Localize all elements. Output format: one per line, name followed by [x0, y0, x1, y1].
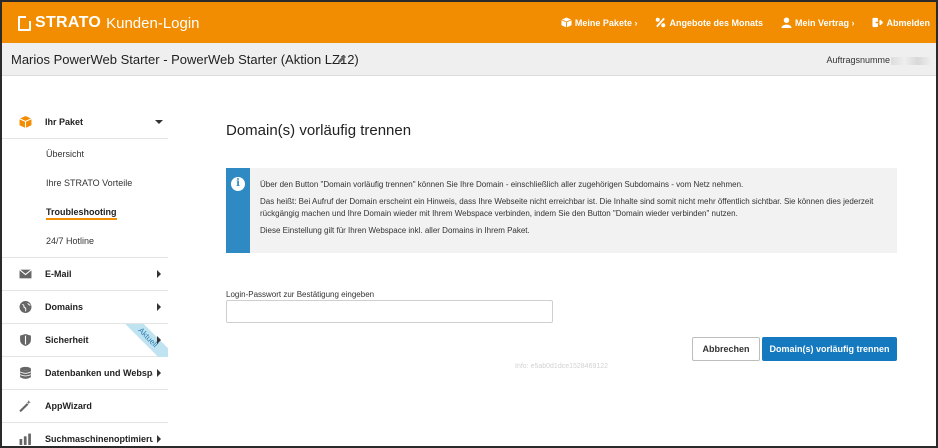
info-paragraph-2: Das heißt: Bei Aufruf der Domain erschei…	[260, 197, 874, 218]
nav-abmelden-label: Abmelden	[886, 17, 930, 28]
sidebar-subitem-label: Übersicht	[46, 148, 85, 159]
package-title: Marios PowerWeb Starter - PowerWeb Start…	[11, 52, 359, 67]
order-number: Auftragsnumme	[826, 55, 931, 65]
sidebar-subitem-label: Troubleshooting	[46, 206, 117, 220]
order-number-label: Auftragsnumme	[826, 55, 890, 65]
top-bar: STRATO Kunden-Login Meine Pakete › Angeb…	[2, 2, 936, 43]
database-icon	[19, 366, 32, 379]
sidebar-item-email[interactable]: E-Mail	[2, 258, 168, 291]
percent-icon	[656, 17, 666, 28]
order-number-redacted	[891, 56, 931, 65]
chevron-right-icon	[157, 303, 161, 311]
brand-name: STRATO	[35, 14, 102, 31]
nav-mein-vertrag[interactable]: Mein Vertrag ›	[781, 17, 855, 28]
chevron-down-icon	[155, 120, 163, 124]
nav-angebote[interactable]: Angebote des Monats	[655, 17, 763, 28]
ihr-paket-submenu: Übersicht Ihre STRATO Vorteile Troublesh…	[2, 139, 168, 258]
wand-icon	[19, 400, 31, 413]
sidebar-item-domains[interactable]: Domains	[2, 291, 168, 324]
info-icon: i	[231, 177, 245, 191]
box-icon	[561, 17, 572, 28]
sidebar-item-ihr-paket[interactable]: Ihr Paket	[2, 106, 168, 139]
sidebar-item-appwizard[interactable]: AppWizard	[2, 390, 168, 423]
info-strip: i	[226, 168, 250, 253]
sidebar-item-label: Datenbanken und Webspace	[45, 368, 153, 378]
nav-meine-pakete[interactable]: Meine Pakete ›	[561, 17, 638, 28]
sidebar-subitem-uebersicht[interactable]: Übersicht	[2, 139, 168, 168]
info-text: Über den Button "Domain vorläufig trenne…	[260, 179, 890, 242]
cancel-button[interactable]: Abbrechen	[692, 337, 760, 361]
disconnect-domain-button[interactable]: Domain(s) vorläufig trennen	[762, 337, 897, 361]
package-header: Marios PowerWeb Starter - PowerWeb Start…	[2, 43, 936, 76]
sidebar-item-label: E-Mail	[45, 269, 72, 279]
sidebar-item-label: Sicherheit	[45, 335, 89, 345]
package-icon	[19, 116, 32, 128]
sidebar-item-label: Suchmaschinenoptimierung	[45, 434, 153, 444]
page-heading: Domain(s) vorläufig trennen	[226, 122, 412, 139]
user-icon	[781, 17, 792, 28]
strato-logo-icon	[18, 14, 32, 31]
sidebar-subitem-vorteile[interactable]: Ihre STRATO Vorteile	[2, 168, 168, 197]
globe-icon	[19, 301, 32, 313]
sidebar-subitem-hotline[interactable]: 24/7 Hotline	[2, 226, 168, 255]
sidebar-item-label: Domains	[45, 302, 84, 312]
mail-icon	[19, 269, 32, 279]
top-navigation: Meine Pakete › Angebote des Monats Mein …	[543, 2, 930, 43]
pencil-icon[interactable]	[337, 54, 347, 64]
app-title: Kunden-Login	[106, 14, 200, 32]
sidebar-item-label: Ihr Paket	[45, 117, 84, 127]
nav-abmelden[interactable]: Abmelden	[872, 17, 930, 28]
chevron-right-icon	[157, 435, 161, 443]
info-box: i Über den Button "Domain vorläufig tren…	[226, 168, 897, 253]
password-label: Login-Passwort zur Bestätigung eingeben	[226, 290, 375, 299]
sidebar-item-seo[interactable]: Suchmaschinenoptimierung	[2, 423, 168, 446]
sidebar-subitem-troubleshooting[interactable]: Troubleshooting	[2, 197, 168, 226]
info-id: Info: e5ab0d1dce1528469122	[515, 363, 609, 370]
chevron-right-icon	[157, 369, 161, 377]
chevron-right-icon	[157, 336, 161, 344]
nav-angebote-label: Angebote des Monats	[669, 17, 763, 28]
shield-icon	[20, 334, 31, 346]
chevron-right-icon	[157, 270, 161, 278]
nav-meine-pakete-label: Meine Pakete ›	[574, 17, 638, 28]
info-paragraph-3: Diese Einstellung gilt für Ihren Webspac…	[260, 226, 530, 235]
search-optimize-icon	[19, 433, 31, 445]
info-paragraph-1: Über den Button "Domain vorläufig trenne…	[260, 180, 744, 189]
sidebar-item-label: AppWizard	[45, 401, 92, 411]
sidebar-item-sicherheit[interactable]: Sicherheit Aktuell	[2, 324, 168, 357]
sidebar: Ihr Paket Übersicht Ihre STRATO Vorteile…	[2, 106, 168, 446]
strato-logo[interactable]: STRATO Kunden-Login	[18, 13, 200, 33]
sidebar-subitem-label: Ihre STRATO Vorteile	[46, 177, 133, 188]
nav-mein-vertrag-label: Mein Vertrag ›	[794, 17, 855, 28]
sidebar-subitem-label: 24/7 Hotline	[46, 235, 95, 246]
sidebar-item-datenbanken[interactable]: Datenbanken und Webspace	[2, 357, 168, 390]
logout-icon	[872, 17, 884, 28]
password-field[interactable]	[226, 300, 553, 323]
app-window: STRATO Kunden-Login Meine Pakete › Angeb…	[0, 0, 938, 448]
